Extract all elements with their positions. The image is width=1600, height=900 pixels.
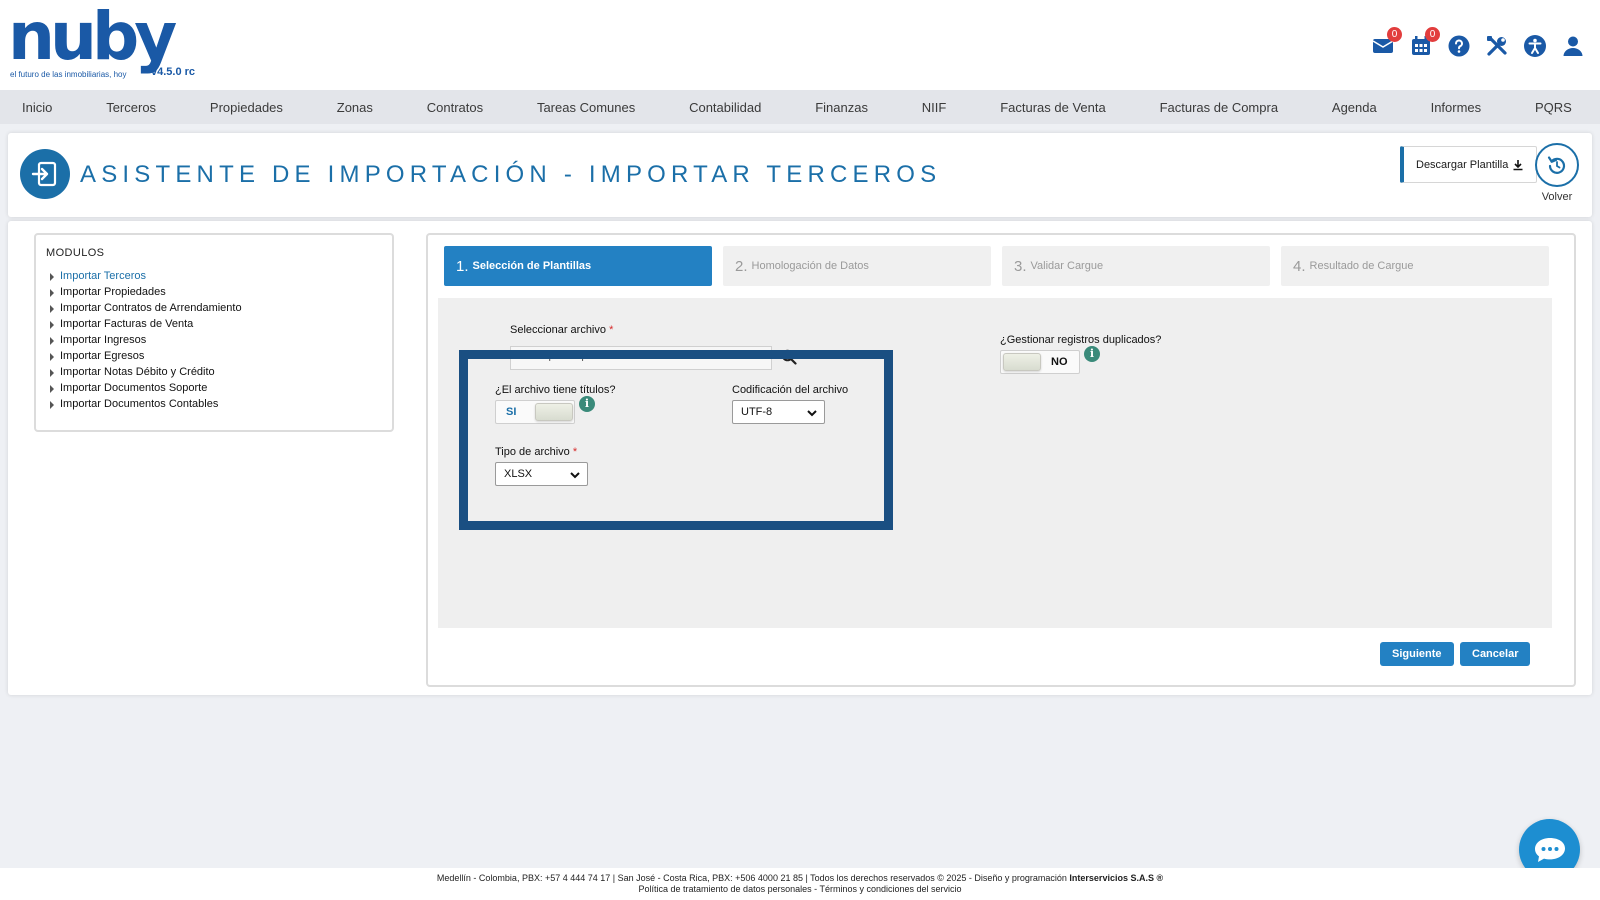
module-item-facturas-venta[interactable]: Importar Facturas de Venta	[50, 316, 242, 332]
footer-line-1: Medellín - Colombia, PBX: +57 4 444 74 1…	[436, 873, 1164, 883]
modules-title: MODULOS	[46, 247, 105, 259]
encoding-value: UTF-8	[741, 406, 773, 418]
caret-right-icon	[50, 273, 54, 281]
envelope-icon[interactable]: 0	[1370, 27, 1402, 59]
footer-company-link[interactable]: Interservicios S.A.S ®	[1069, 873, 1163, 883]
app-version: v4.5.0 rc	[151, 66, 196, 78]
import-icon	[20, 149, 70, 199]
nav-item-contabilidad[interactable]: Contabilidad	[689, 100, 761, 115]
import-wizard: 1. Selección de Plantillas 2. Homologación…	[426, 233, 1576, 687]
header-icons: 0 0	[1370, 27, 1586, 60]
nav-item-tareas-comunes[interactable]: Tareas Comunes	[537, 100, 635, 115]
footer-line-2[interactable]: Política de tratamiento de datos persona…	[0, 884, 1600, 895]
download-icon	[1513, 159, 1523, 170]
nav-item-propiedades[interactable]: Propiedades	[210, 100, 283, 115]
nav-item-contratos[interactable]: Contratos	[427, 100, 483, 115]
top-header: nuby el futuro de las inmobiliarias, hoy…	[0, 0, 1600, 90]
page-title: ASISTENTE DE IMPORTACIÓN - IMPORTAR TERC…	[80, 161, 942, 188]
caret-right-icon	[50, 337, 54, 345]
undo-icon	[1547, 156, 1566, 174]
module-item-notas[interactable]: Importar Notas Débito y Crédito	[50, 364, 242, 380]
form-area: Seleccionar archivo * C:\fakepath\import…	[438, 298, 1552, 628]
nav-item-inicio[interactable]: Inicio	[22, 100, 52, 115]
module-item-egresos[interactable]: Importar Egresos	[50, 348, 242, 364]
modules-list: Importar Terceros Importar Propiedades I…	[50, 268, 242, 412]
calendar-badge: 0	[1425, 27, 1440, 42]
file-type-value: XLSX	[504, 468, 533, 480]
main-card: MODULOS Importar Terceros Importar Propi…	[8, 221, 1592, 695]
step-resultado-cargue[interactable]: 4. Resultado de Cargue	[1281, 246, 1549, 286]
caret-right-icon	[50, 369, 54, 377]
caret-right-icon	[50, 305, 54, 313]
caret-right-icon	[50, 353, 54, 361]
caret-right-icon	[50, 401, 54, 409]
download-template-button[interactable]: Descargar Plantilla	[1400, 146, 1538, 183]
nav-item-facturas-compra[interactable]: Facturas de Compra	[1160, 100, 1279, 115]
module-item-documentos-contables[interactable]: Importar Documentos Contables	[50, 396, 242, 412]
has-titles-value: SI	[506, 406, 517, 418]
logo-wordmark: nuby	[8, 0, 177, 75]
main-nav: Inicio Terceros Propiedades Zonas Contra…	[0, 90, 1600, 124]
caret-right-icon	[50, 289, 54, 297]
caret-right-icon	[50, 321, 54, 329]
nav-item-facturas-venta[interactable]: Facturas de Venta	[1000, 100, 1106, 115]
file-label: Seleccionar archivo *	[510, 324, 614, 336]
module-item-propiedades[interactable]: Importar Propiedades	[50, 284, 242, 300]
nav-item-zonas[interactable]: Zonas	[337, 100, 373, 115]
toggle-knob	[1003, 353, 1041, 371]
nav-item-agenda[interactable]: Agenda	[1332, 100, 1377, 115]
accessibility-icon[interactable]	[1522, 33, 1548, 59]
chevron-down-icon	[570, 472, 580, 479]
module-item-terceros[interactable]: Importar Terceros	[50, 268, 242, 284]
duplicates-toggle[interactable]: NO	[1000, 350, 1080, 374]
chat-icon	[1534, 837, 1565, 862]
back-label: Volver	[1541, 191, 1573, 203]
logo-tagline: el futuro de las inmobiliarias, hoy	[10, 70, 127, 79]
highlight-frame	[459, 350, 893, 530]
has-titles-toggle[interactable]: SI	[495, 400, 575, 424]
help-icon[interactable]	[1446, 33, 1472, 59]
wizard-steps: 1. Selección de Plantillas 2. Homologación…	[444, 246, 1549, 286]
step-homologacion-datos[interactable]: 2. Homologación de Datos	[723, 246, 991, 286]
calendar-icon[interactable]: 0	[1408, 27, 1440, 59]
title-card: ASISTENTE DE IMPORTACIÓN - IMPORTAR TERC…	[8, 133, 1592, 217]
duplicates-label: ¿Gestionar registros duplicados?	[1000, 334, 1162, 346]
next-button[interactable]: Siguiente	[1380, 642, 1454, 666]
module-item-documentos-soporte[interactable]: Importar Documentos Soporte	[50, 380, 242, 396]
caret-right-icon	[50, 385, 54, 393]
encoding-label: Codificación del archivo	[732, 384, 849, 396]
nav-item-informes[interactable]: Informes	[1431, 100, 1482, 115]
nav-item-terceros[interactable]: Terceros	[106, 100, 156, 115]
file-type-label: Tipo de archivo *	[495, 446, 578, 458]
tools-icon[interactable]	[1484, 33, 1510, 59]
nuby-logo[interactable]: nuby el futuro de las inmobiliarias, hoy…	[8, 0, 208, 86]
info-icon[interactable]: i	[579, 396, 595, 412]
toggle-knob	[535, 403, 573, 421]
chevron-down-icon	[807, 410, 817, 417]
nav-item-finanzas[interactable]: Finanzas	[815, 100, 868, 115]
back-button[interactable]	[1535, 143, 1579, 187]
module-item-contratos[interactable]: Importar Contratos de Arrendamiento	[50, 300, 242, 316]
download-template-label: Descargar Plantilla	[1416, 158, 1509, 171]
modules-panel: MODULOS Importar Terceros Importar Propi…	[34, 233, 394, 432]
nav-item-pqrs[interactable]: PQRS	[1535, 100, 1572, 115]
user-icon[interactable]	[1560, 33, 1586, 59]
nav-item-niif[interactable]: NIIF	[922, 100, 947, 115]
footer: Medellín - Colombia, PBX: +57 4 444 74 1…	[0, 868, 1600, 900]
file-type-select[interactable]: XLSX	[495, 462, 588, 486]
step-seleccion-plantillas[interactable]: 1. Selección de Plantillas	[444, 246, 712, 286]
step-validar-cargue[interactable]: 3. Validar Cargue	[1002, 246, 1270, 286]
has-titles-label: ¿El archivo tiene títulos?	[495, 384, 616, 396]
info-icon[interactable]: i	[1084, 346, 1100, 362]
mail-badge: 0	[1387, 27, 1402, 42]
duplicates-value: NO	[1051, 356, 1068, 368]
cancel-button[interactable]: Cancelar	[1460, 642, 1531, 666]
module-item-ingresos[interactable]: Importar Ingresos	[50, 332, 242, 348]
encoding-select[interactable]: UTF-8	[732, 400, 825, 424]
